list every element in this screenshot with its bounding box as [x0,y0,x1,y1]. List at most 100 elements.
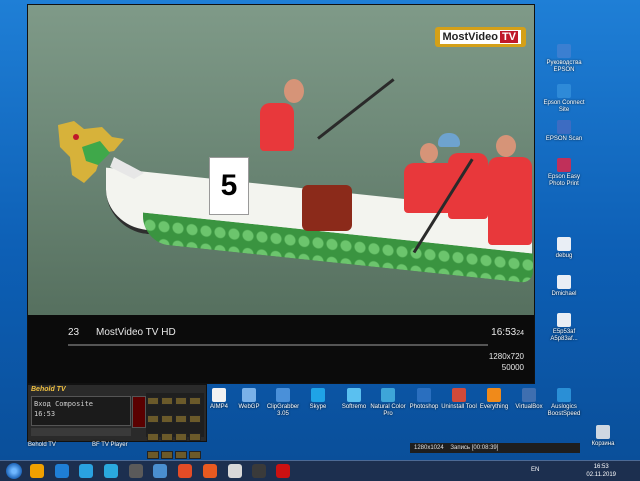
control-button[interactable] [147,397,159,405]
recorder-status: Запись [00:08:39] [450,445,499,451]
file-icon [557,313,571,327]
drum [302,185,352,231]
control-button[interactable] [175,451,187,459]
explorer-icon[interactable] [30,464,44,478]
recorder-resolution: 1280x1024 [414,445,444,451]
behold-status-strip [31,428,131,436]
control-button[interactable] [147,451,159,459]
control-button[interactable] [189,397,201,405]
desktop-icon-label: Skype [309,404,327,410]
osd-bitrate: 50000 [501,363,524,372]
app-icon[interactable] [129,464,143,478]
osd-time-hm: 16:53 [491,327,517,338]
system-clock[interactable]: 16:53 02.11.2019 [586,463,616,479]
osd-resolution: 1280x720 [488,352,524,361]
boat-number-card: 5 [209,157,249,215]
control-button[interactable] [147,433,159,441]
skype-icon [311,388,325,402]
desktop-icon-label: Руководства EPSON [546,60,582,73]
desktop-icon-label: Everything [479,404,509,410]
file-icon [557,237,571,251]
auslogics-icon [557,388,571,402]
chrome-icon[interactable] [178,464,192,478]
control-button[interactable] [161,451,173,459]
recycle-bin-icon [596,425,610,439]
epson-photo-icon [557,158,571,172]
control-button[interactable] [161,397,173,405]
app-icon[interactable] [153,464,167,478]
desktop-icon-label: Корзина [591,441,615,447]
behold-tv-panel[interactable]: Behold TV Вход Composite 16:53 [27,384,207,459]
desktop-icon-label: debug [555,253,573,259]
desktop-icon-label: Natural Color Pro [370,404,406,417]
control-button[interactable] [161,433,173,441]
volume-meter[interactable] [132,396,146,428]
webgp-icon [242,388,256,402]
desktop-icon-label: E5p53af A5p83af... [550,329,578,342]
start-button[interactable] [6,463,22,479]
behold-tv-icon[interactable] [252,464,266,478]
player-window-label: BF TV Player [92,442,128,448]
osd-progress-bar [68,344,488,346]
desktop-icon-label: Epson Easy Photo Print [547,174,581,187]
control-button[interactable] [189,433,201,441]
firefox-icon[interactable] [203,464,217,478]
desktop-icon-label: ClipGrabber 3.05 [266,404,300,417]
desktop-icon-label: Softremo [341,404,367,410]
desktop-icon-debug[interactable]: debug [543,237,585,260]
control-button[interactable] [175,397,187,405]
osd-time-seconds: 24 [516,330,524,337]
app-icon[interactable] [228,464,242,478]
control-button[interactable] [147,415,159,423]
photoshop-icon [417,388,431,402]
desktop-icon-epson-connect[interactable]: Epson Connect Site [543,84,585,114]
rower-head [420,143,438,163]
clock-date: 02.11.2019 [586,472,616,478]
aimp-icon [212,388,226,402]
clipgrabber-icon [276,388,290,402]
desktop-icon-epson-photo[interactable]: Epson Easy Photo Print [543,158,585,188]
recorder-bar[interactable]: 1280x1024 Запись [00:08:39] [410,443,580,453]
channel-watermark: MostVideo TV [434,27,526,47]
osd-channel-number: 23 [68,327,80,338]
desktop-icon-file[interactable]: E5p53af A5p83af... [543,313,585,343]
desktop-icon-auslogics[interactable]: Auslogics BoostSpeed [543,388,585,418]
epson-connect-icon [557,84,571,98]
desktop-icon-epson-manuals[interactable]: Руководства EPSON [543,44,585,74]
behold-clock: 16:53 [34,410,56,418]
video-window[interactable]: 5 MostVideo TV 23 MostVideo TV HD 16:5324… [27,4,535,384]
desktop-icon-recycle-bin[interactable]: Корзина [582,425,624,448]
rower [488,157,532,245]
media-player-icon[interactable] [79,464,93,478]
dragon-head-icon [58,121,144,183]
desktop-icon-dmichael[interactable]: Dmichael [543,275,585,298]
watermark-tv: TV [499,31,518,43]
desktop-icon-label: AIMP4 [209,404,228,410]
uninstall-tool-icon [452,388,466,402]
rower-cap [438,133,460,147]
rower-head [284,79,304,103]
osd-stream-info: 1280x720 50000 [489,351,524,373]
record-icon[interactable] [276,464,290,478]
channel-osd: 23 MostVideo TV HD 16:5324 1280x720 5000… [28,315,534,383]
internet-explorer-icon[interactable] [55,464,69,478]
desktop-icon-label: EPSON Scan [545,136,583,142]
control-button[interactable] [189,415,201,423]
control-button[interactable] [175,433,187,441]
language-indicator[interactable]: EN [531,467,539,473]
epson-manual-icon [557,44,571,58]
control-button[interactable] [189,451,201,459]
osd-time: 16:5324 [491,327,524,338]
taskbar: EN 16:53 02.11.2019 [0,460,640,481]
desktop-icon-label: Uninstall Tool [441,404,477,410]
desktop-icon-label: WebGP [238,404,260,410]
desktop-icon-epson-scan[interactable]: EPSON Scan [543,120,585,143]
rower [260,103,294,151]
skype-icon[interactable] [104,464,118,478]
desktop-icon-label: Epson Connect Site [543,100,585,113]
control-button[interactable] [175,415,187,423]
behold-window-label: Behold TV [28,442,56,448]
natural-color-icon [381,388,395,402]
behold-lcd: Вход Composite 16:53 [31,396,131,426]
control-button[interactable] [161,415,173,423]
